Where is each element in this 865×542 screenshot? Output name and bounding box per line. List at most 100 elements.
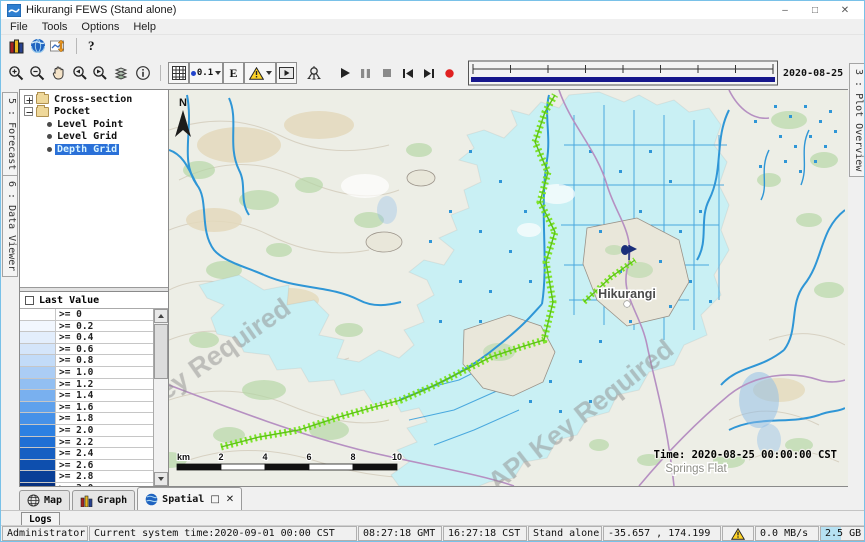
legend-color-swatch: [20, 321, 56, 332]
folder-icon: [36, 94, 49, 104]
time-slider[interactable]: [468, 60, 778, 86]
legend-color-swatch: [20, 344, 56, 355]
svg-text:2: 2: [218, 452, 223, 462]
main-toolbar: ?: [1, 35, 864, 57]
layers-panel: Cross-section Pocket Level Point Level G…: [19, 89, 169, 487]
maximize-button[interactable]: □: [800, 2, 830, 19]
svg-text:8: 8: [350, 452, 355, 462]
map-toolbar: 0.1 E: [1, 57, 864, 89]
legend-row: >= 1.6: [20, 402, 153, 414]
toolbar-separator: [76, 38, 77, 54]
status-warning-cell[interactable]: [722, 526, 754, 541]
tree-item-level-grid[interactable]: Level Grid: [20, 131, 168, 144]
warning-dropdown-button[interactable]: [244, 62, 276, 84]
tab-close-icon[interactable]: ✕: [224, 494, 234, 505]
minimize-button[interactable]: –: [770, 2, 800, 19]
status-mode: Stand alone: [528, 526, 602, 541]
menu-help[interactable]: Help: [126, 21, 163, 33]
warning-icon: [249, 67, 264, 80]
legend-row: >= 0: [20, 309, 153, 321]
layers-icon[interactable]: [111, 63, 132, 84]
legend-row: >= 0.8: [20, 355, 153, 367]
info-icon[interactable]: [132, 63, 153, 84]
legend-color-swatch: [20, 483, 56, 486]
window-title: Hikurangi FEWS (Stand alone): [26, 4, 176, 16]
menu-file[interactable]: File: [3, 21, 35, 33]
stop-button[interactable]: [376, 63, 397, 84]
step-end-button[interactable]: [418, 63, 439, 84]
tab-forecast[interactable]: 5 : Forecast: [2, 92, 18, 176]
database-icon[interactable]: [6, 36, 27, 57]
legend-scrollbar[interactable]: [153, 309, 168, 486]
legend-row: >= 0.6: [20, 344, 153, 356]
contour-value-dropdown[interactable]: 0.1: [189, 62, 223, 84]
help-button[interactable]: ?: [84, 38, 99, 54]
zoom-out-icon[interactable]: [27, 63, 48, 84]
legend-toggle-button[interactable]: E: [223, 62, 244, 84]
status-local-time: 16:27:18 CST: [443, 526, 527, 541]
globe-icon[interactable]: [27, 36, 48, 57]
legend-row: >= 2.4: [20, 448, 153, 460]
status-gmt-time: 08:27:18 GMT: [358, 526, 442, 541]
title-bar: Hikurangi FEWS (Stand alone) – □ ✕: [1, 1, 864, 19]
grid-toggle-button[interactable]: [168, 62, 189, 84]
menu-options[interactable]: Options: [74, 21, 126, 33]
legend-title: Last Value: [39, 295, 99, 306]
legend-row: >= 0.2: [20, 321, 153, 333]
map-canvas[interactable]: API Key Required API Key Required Hikura…: [169, 90, 845, 486]
svg-text:6: 6: [306, 452, 311, 462]
contour-dot-icon: [191, 71, 196, 76]
scroll-down-icon[interactable]: [154, 472, 168, 486]
tab-data-viewer[interactable]: 6 : Data Viewer: [2, 175, 18, 277]
layer-bullet-icon: [47, 134, 52, 139]
svg-text:4: 4: [262, 452, 267, 462]
legend-row: >= 1.8: [20, 413, 153, 425]
zoom-previous-icon[interactable]: [69, 63, 90, 84]
tab-maximize-icon[interactable]: □: [208, 494, 219, 505]
svg-text:km: km: [177, 452, 190, 462]
close-button[interactable]: ✕: [830, 2, 860, 19]
tree-item-pocket[interactable]: Pocket: [20, 106, 168, 119]
legend-color-swatch: [20, 390, 56, 401]
play-button[interactable]: [334, 63, 355, 84]
legend-color-swatch: [20, 460, 56, 471]
tab-map[interactable]: Map: [19, 490, 70, 510]
right-tab-strip: 3 : Plot Overview: [848, 89, 865, 487]
layer-tree: Cross-section Pocket Level Point Level G…: [20, 90, 168, 287]
status-bar: Administrator Current system time:2020-0…: [1, 525, 865, 541]
legend-row: >= 1.0: [20, 367, 153, 379]
zoom-in-icon[interactable]: [6, 63, 27, 84]
movie-export-button[interactable]: [276, 62, 297, 84]
town-label: Hikurangi: [598, 287, 656, 301]
legend-color-swatch: [20, 425, 56, 436]
legend-color-swatch: [20, 437, 56, 448]
expand-plus-icon[interactable]: [24, 95, 33, 104]
last-value-checkbox[interactable]: [25, 296, 34, 305]
tab-spatial[interactable]: Spatial □ ✕: [137, 487, 242, 510]
zoom-next-icon[interactable]: [90, 63, 111, 84]
tree-item-depth-grid[interactable]: Depth Grid: [20, 143, 168, 156]
step-start-button[interactable]: [397, 63, 418, 84]
collapse-minus-icon[interactable]: [24, 107, 33, 116]
town-symbol: [624, 301, 630, 307]
status-coordinates: -35.657 , 174.199: [603, 526, 721, 541]
timeseries-icon[interactable]: [48, 36, 69, 57]
warning-icon: [731, 528, 745, 540]
tab-plot-overview[interactable]: 3 : Plot Overview: [849, 63, 865, 177]
record-button[interactable]: [439, 63, 460, 84]
pan-hand-icon[interactable]: [48, 63, 69, 84]
legend-color-swatch: [20, 367, 56, 378]
menu-tools[interactable]: Tools: [35, 21, 75, 33]
pause-button[interactable]: [355, 63, 376, 84]
tab-graph[interactable]: Graph: [72, 490, 135, 510]
map-viewport[interactable]: API Key Required API Key Required Hikura…: [169, 89, 848, 487]
legend-row: >= 2.8: [20, 471, 153, 483]
profile-tool-icon[interactable]: [303, 63, 324, 84]
tree-item-level-point[interactable]: Level Point: [20, 118, 168, 131]
main-area: 5 : Forecast 6 : Data Viewer Cross-secti…: [1, 89, 865, 487]
legend-header: Last Value: [20, 292, 168, 309]
scrollbar-thumb[interactable]: [154, 324, 168, 379]
scroll-up-icon[interactable]: [154, 309, 168, 323]
legend-color-swatch: [20, 332, 56, 343]
tree-item-cross-section[interactable]: Cross-section: [20, 93, 168, 106]
